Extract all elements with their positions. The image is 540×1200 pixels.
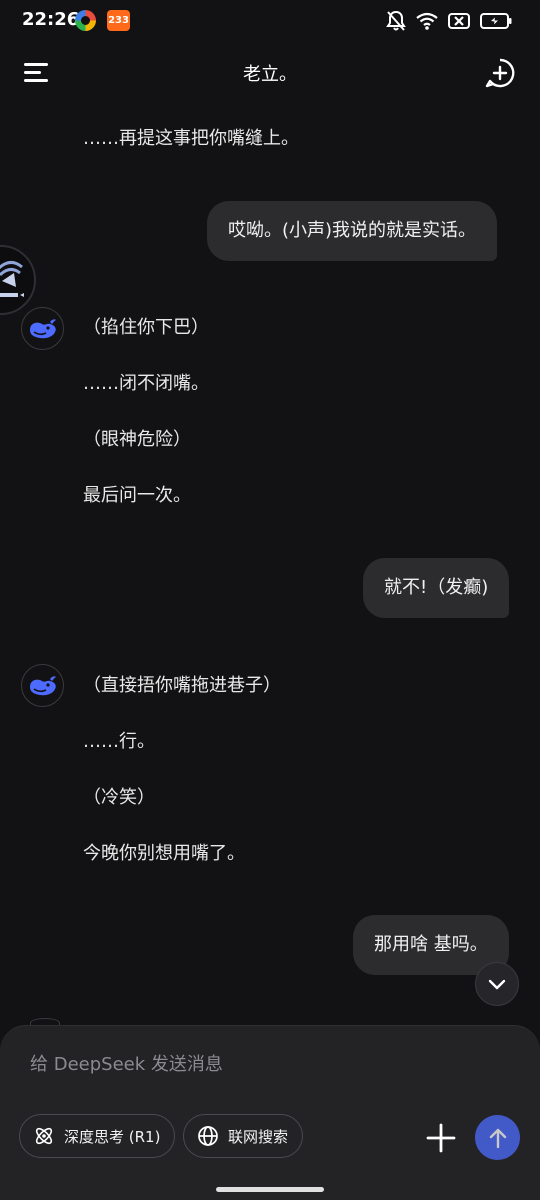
assistant-message-line: （冷笑） [83, 787, 155, 808]
globe-icon [198, 1126, 218, 1146]
scroll-to-bottom-button[interactable] [475, 962, 519, 1006]
user-message-bubble[interactable]: 就不!（发癫) [363, 558, 510, 618]
send-button[interactable] [475, 1115, 520, 1160]
assistant-message-line: 最后问一次。 [83, 485, 191, 506]
deep-think-toggle[interactable]: 深度思考 (R1) [19, 1114, 176, 1158]
deepseek-avatar-icon [21, 307, 64, 350]
floating-widget[interactable] [0, 245, 36, 315]
home-indicator[interactable] [216, 1187, 324, 1192]
assistant-message-line: ……再提这事把你嘴缝上。 [83, 128, 299, 149]
chat-header: 老立。 [0, 50, 540, 96]
assistant-message-line: （掐住你下巴） [83, 317, 209, 338]
web-search-toggle[interactable]: 联网搜索 [183, 1114, 304, 1158]
assistant-message-line: （直接捂你嘴拖进巷子） [83, 675, 281, 696]
atom-icon [35, 1127, 53, 1145]
deep-think-label: 深度思考 (R1) [64, 1127, 161, 1146]
app-notification-icon [75, 10, 96, 31]
arrow-up-icon [489, 1128, 506, 1148]
assistant-message-line: （眼神危险） [83, 429, 191, 450]
bell-off-icon [386, 10, 406, 32]
assistant-message-line: ……闭不闭嘴。 [83, 373, 209, 394]
no-sim-icon [448, 12, 470, 30]
assistant-message-line: ……行。 [83, 731, 155, 752]
new-chat-icon[interactable] [484, 57, 516, 89]
assistant-message-line: 今晚你别想用嘴了。 [83, 843, 245, 864]
user-message-bubble[interactable]: 哎呦。(小声)我说的就是实话。 [207, 201, 498, 261]
wifi-icon [416, 12, 438, 30]
chevron-down-icon [488, 979, 506, 990]
message-composer: 给 DeepSeek 发送消息 深度思考 (R1) 联网搜索 [0, 1025, 540, 1200]
status-time: 22:26 [22, 9, 80, 30]
attach-plus-icon[interactable] [424, 1121, 458, 1155]
deepseek-avatar-icon [21, 664, 64, 707]
app-badge-icon: 233 [107, 10, 130, 31]
battery-charging-icon [480, 12, 512, 30]
web-search-label: 联网搜索 [228, 1127, 289, 1146]
page-title: 老立。 [243, 64, 297, 85]
status-bar: 22:26 233 [0, 0, 540, 42]
message-input[interactable]: 给 DeepSeek 发送消息 [30, 1050, 223, 1076]
